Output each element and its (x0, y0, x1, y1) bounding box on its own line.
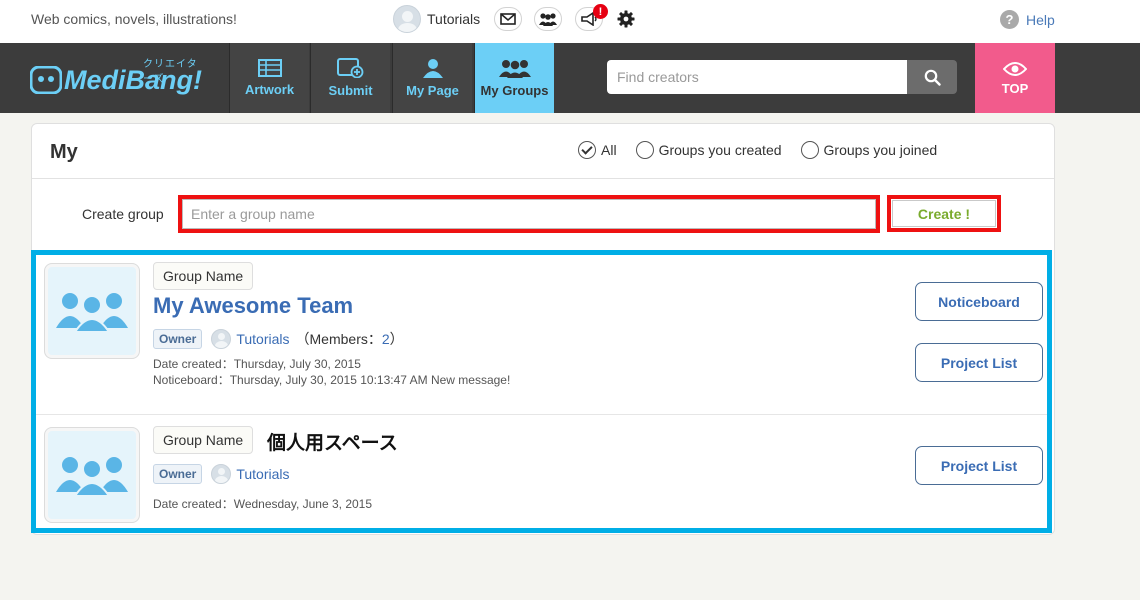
noticeboard-update: Noticeboard：Thursday, July 30, 2015 10:1… (153, 373, 511, 387)
radio-all[interactable] (578, 141, 596, 159)
nav-my-page[interactable]: My Page (392, 43, 472, 113)
owner-badge: Owner (153, 329, 203, 349)
groups-icon (539, 13, 557, 26)
nav-artwork[interactable]: Artwork (229, 43, 309, 113)
filter-created[interactable]: Groups you created (635, 141, 782, 159)
main-nav: クリエイターズ MediBang! Artwork Submit My Page… (0, 43, 1140, 113)
eye-icon (1003, 61, 1027, 76)
submit-icon (336, 58, 363, 78)
nav-my-groups[interactable]: My Groups (474, 43, 554, 113)
top-label: TOP (1001, 80, 1029, 96)
create-group-button[interactable]: Create ! (892, 200, 996, 227)
nav-label: Submit (328, 83, 373, 98)
group-row: Group Name 個人用スペース Owner Tutorials Date … (36, 415, 1047, 528)
notification-badge: ! (593, 4, 608, 19)
groups-icon (56, 457, 128, 496)
group-meta: Date created：Thursday, July 30, 2015 Not… (153, 356, 510, 388)
logo-icon (30, 66, 62, 94)
mail-icon (500, 13, 516, 25)
avatar[interactable] (211, 329, 232, 349)
group-name-tag: Group Name (153, 262, 254, 290)
help-link[interactable]: ? Help (1000, 10, 1055, 29)
nav-label: Artwork (244, 82, 295, 97)
member-count-link[interactable]: 2 (382, 331, 390, 347)
member-count: （Members：2） (295, 331, 404, 347)
owner-link[interactable]: Tutorials (236, 466, 289, 482)
radio-created[interactable] (635, 141, 654, 159)
user-name[interactable]: Tutorials (427, 11, 480, 27)
group-row: Group Name My Awesome Team Owner Tutoria… (36, 255, 1047, 415)
noticeboard-button[interactable]: Noticeboard (915, 282, 1043, 321)
groups-icon (56, 293, 128, 332)
group-filter: All Groups you created Groups you joined (578, 141, 956, 159)
date-created: Date created：Thursday, July 30, 2015 (153, 357, 361, 371)
avatar[interactable] (393, 5, 421, 33)
gear-icon (617, 10, 635, 28)
mail-button[interactable] (494, 7, 522, 31)
group-thumbnail[interactable] (44, 427, 140, 523)
settings-button[interactable] (616, 9, 636, 34)
create-group-label: Create group (82, 206, 164, 222)
group-name-tag: Group Name (153, 426, 254, 454)
group-owner-line: Owner Tutorials （Members：2） (153, 329, 404, 349)
group-name: 個人用スペース (267, 433, 398, 454)
group-thumbnail[interactable] (44, 263, 140, 359)
help-icon: ? (1000, 10, 1019, 29)
group-meta: Date created：Wednesday, June 3, 2015 (153, 496, 372, 512)
help-label: Help (1026, 11, 1055, 28)
top-button[interactable]: TOP (975, 43, 1055, 113)
creator-search-input[interactable] (607, 60, 907, 94)
project-list-button[interactable]: Project List (915, 446, 1043, 485)
divider (32, 178, 1054, 179)
project-list-button[interactable]: Project List (915, 343, 1043, 382)
nav-label: My Groups (480, 83, 549, 98)
artwork-icon (257, 59, 282, 77)
user-menu[interactable]: Tutorials (393, 4, 480, 34)
group-owner-line: Owner Tutorials (153, 464, 296, 484)
top-bar: Web comics, novels, illustrations! Tutor… (0, 0, 1140, 43)
filter-label: All (601, 142, 617, 158)
avatar[interactable] (211, 464, 232, 484)
filter-label: Groups you created (658, 142, 782, 158)
groups-icon (498, 60, 531, 78)
nav-label: My Page (406, 83, 459, 98)
radio-joined[interactable] (800, 141, 819, 159)
announcements-button[interactable]: ! (575, 4, 608, 31)
page-title: My (50, 141, 78, 163)
create-input-highlight (178, 195, 880, 233)
filter-all[interactable]: All (578, 141, 617, 159)
user-icon (422, 59, 443, 78)
my-groups-panel: My All Groups you created Groups you joi… (31, 123, 1055, 535)
group-list: Group Name My Awesome Team Owner Tutoria… (31, 250, 1052, 533)
group-name-input[interactable] (182, 199, 876, 229)
filter-joined[interactable]: Groups you joined (800, 141, 938, 159)
search-button[interactable] (907, 60, 957, 94)
medibang-logo[interactable]: クリエイターズ MediBang! (30, 57, 205, 101)
date-created: Date created：Wednesday, June 3, 2015 (153, 497, 373, 511)
nav-submit[interactable]: Submit (310, 43, 390, 113)
filter-label: Groups you joined (823, 142, 938, 158)
create-button-highlight: Create ! (887, 195, 1001, 232)
owner-badge: Owner (153, 464, 203, 484)
logo-text: MediBang! (64, 65, 202, 95)
owner-link[interactable]: Tutorials (236, 331, 289, 347)
site-tagline: Web comics, novels, illustrations! (31, 11, 237, 27)
groups-button[interactable] (534, 7, 562, 31)
search-icon (924, 69, 941, 86)
group-name-link[interactable]: My Awesome Team (153, 293, 353, 319)
